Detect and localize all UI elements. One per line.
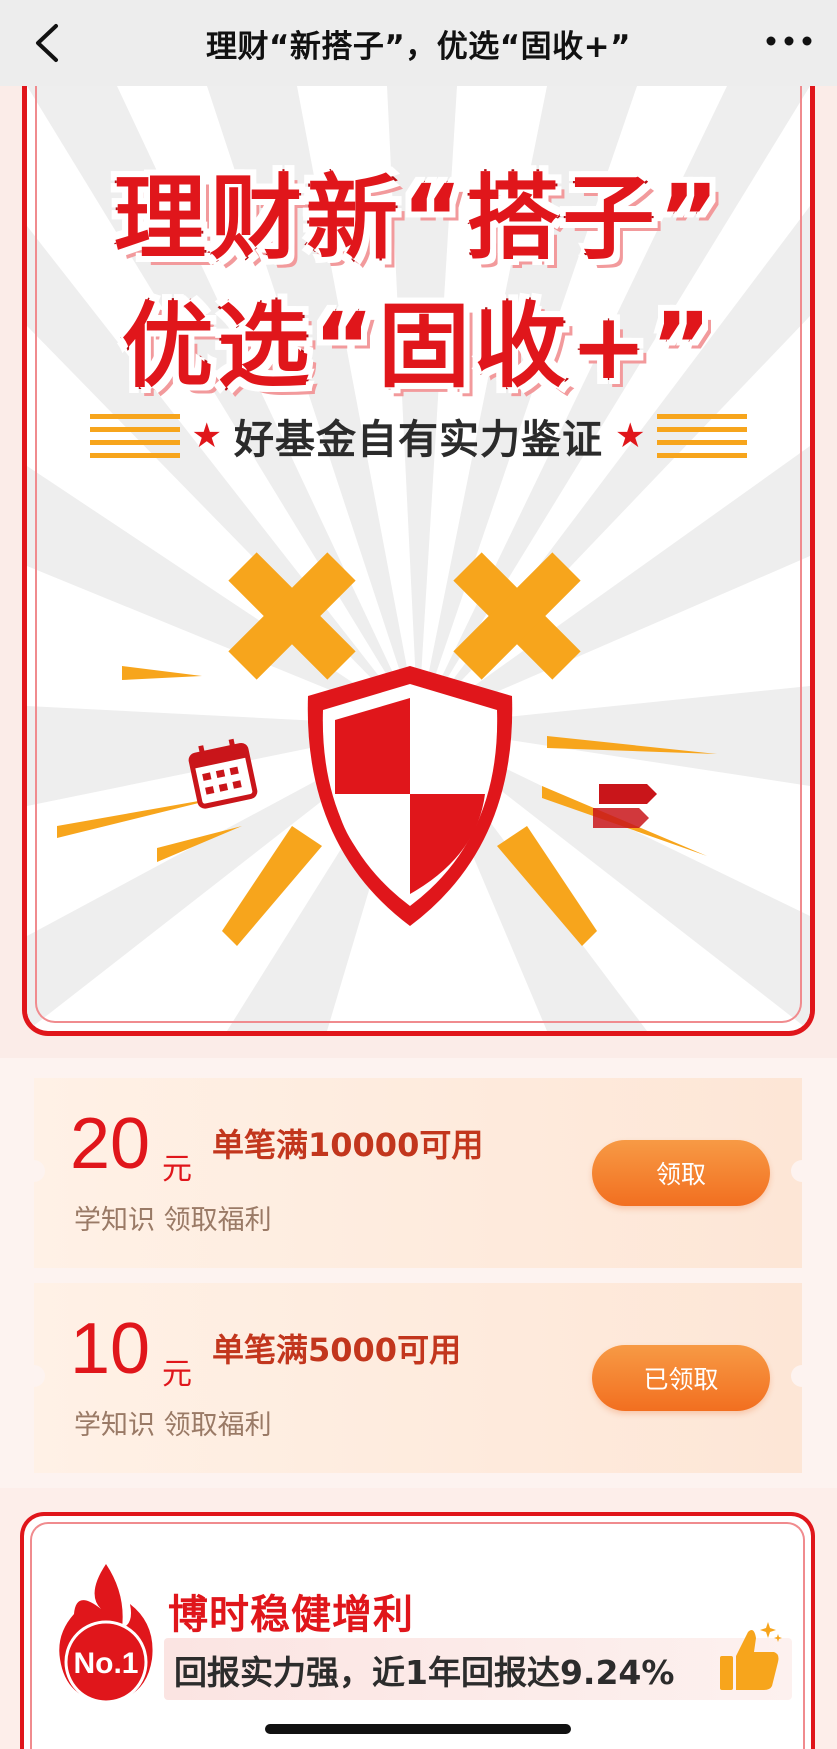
fund-description: 回报实力强，近1年回报达9.24% [174, 1653, 675, 1692]
tagline-text: 好基金自有实力鉴证 [234, 417, 603, 463]
coupon-amount: 10 [70, 1309, 151, 1389]
home-indicator [265, 1724, 571, 1734]
thumbs-up-icon [720, 1622, 782, 1690]
coupon-card: 10 元 单笔满5000可用 学知识 领取福利 已领取 [23, 1283, 813, 1473]
headline-line-1-text: 理财新“搭子” [112, 163, 723, 274]
fund-card[interactable]: No.1 博时稳健增利 回报实力强，近1年回报达9.24% [20, 1512, 815, 1749]
star-icon: ★ [191, 416, 222, 456]
promo-banner: 理财新“搭子” 优选“固收+” ★ 好基金自有实力鉴证 ★ [0, 86, 837, 1058]
fund-section: No.1 博时稳健增利 回报实力强，近1年回报达9.24% [0, 1488, 837, 1749]
coupon-condition: 单笔满5000可用 [212, 1331, 462, 1369]
tagline: ★ 好基金自有实力鉴证 ★ [27, 408, 810, 464]
chevron-left-icon[interactable] [26, 20, 70, 66]
claim-button[interactable]: 领取 [592, 1140, 770, 1206]
stripes-left-icon [89, 414, 180, 458]
coupon-unit: 元 [162, 1357, 192, 1392]
coupon-card: 20 元 单笔满10000可用 学知识 领取福利 领取 [23, 1078, 813, 1268]
shield-icon [307, 666, 513, 926]
headline-line-2-text: 优选“固收+” [119, 291, 716, 402]
banner-frame: 理财新“搭子” 优选“固收+” ★ 好基金自有实力鉴证 ★ [22, 86, 815, 1036]
nav-bar: 理财“新搭子”，优选“固收+” [0, 0, 837, 86]
more-dots-icon[interactable] [763, 26, 815, 56]
star-icon: ★ [615, 416, 646, 456]
fire-badge-icon: No.1 [59, 1564, 153, 1704]
coupon-amount: 20 [70, 1104, 151, 1184]
coupon-unit: 元 [162, 1152, 192, 1187]
rank-text: No.1 [73, 1647, 138, 1680]
shield-emblem [57, 552, 717, 946]
coupon-subtitle: 学知识 领取福利 [74, 1410, 272, 1441]
page-title: 理财“新搭子”，优选“固收+” [206, 28, 631, 65]
arrow-flag-icon [593, 784, 657, 828]
coupon-condition: 单笔满10000可用 [212, 1126, 484, 1164]
page: 理财“新搭子”，优选“固收+” 理财新“搭子” 优选“固收+” ★ 好基金自有实… [0, 0, 837, 1749]
coupon-subtitle: 学知识 领取福利 [74, 1205, 272, 1236]
headline-line-2: 优选“固收+” [27, 272, 810, 405]
stripes-right-icon [657, 414, 748, 458]
fund-name: 博时稳健增利 [168, 1592, 414, 1638]
headline-line-1: 理财新“搭子” [27, 144, 810, 277]
calendar-icon [188, 738, 258, 809]
claimed-button[interactable]: 已领取 [592, 1345, 770, 1411]
